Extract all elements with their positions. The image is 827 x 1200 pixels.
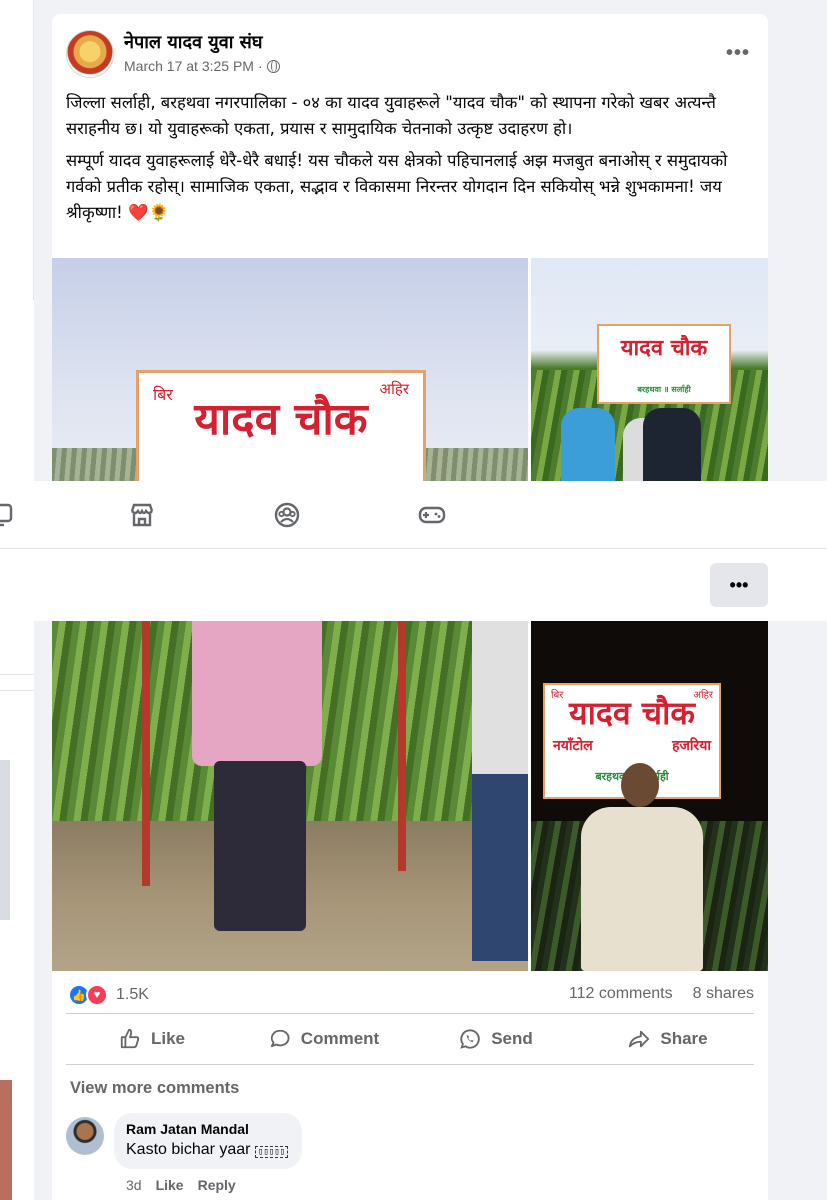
page-name-link[interactable]: नेपाल यादव युवा संघ <box>124 30 262 54</box>
gaming-icon[interactable] <box>418 501 446 529</box>
comment-button[interactable]: Comment <box>238 1014 410 1064</box>
send-button[interactable]: Send <box>410 1014 582 1064</box>
man-legs <box>214 761 306 931</box>
post-meta: March 17 at 3:25 PM · <box>124 58 280 74</box>
sign-title-small: यादव चौक <box>620 336 708 361</box>
comment-like-button[interactable]: Like <box>156 1177 184 1193</box>
post-action-bar: Like Comment Send Share <box>66 1013 754 1065</box>
monitor-icon[interactable] <box>0 501 14 529</box>
man-jacket <box>581 807 703 971</box>
engagement-counts: 112 comments 8 shares <box>569 985 754 1003</box>
comments-count-link[interactable]: 112 comments <box>569 985 673 1003</box>
meta-separator: · <box>257 58 263 74</box>
shares-count-link[interactable]: 8 shares <box>693 985 754 1003</box>
pole-left <box>142 621 150 886</box>
sign-night-left-top: बिर <box>551 690 564 701</box>
share-arrow-icon <box>629 1030 650 1048</box>
sign-bottom-small: बरहथवा ॥ सर्लाही <box>637 385 691 394</box>
groups-icon[interactable] <box>273 501 301 529</box>
post-photo-grid-top: बिर अहिर यादव चौक यादव चौक बरहथवा ॥ सर्ल… <box>52 258 768 488</box>
reaction-summary[interactable]: 👍 ♥ 1.5K <box>68 983 149 1007</box>
thumbs-up-icon <box>120 1028 140 1049</box>
photo-men-in-field[interactable] <box>52 621 528 971</box>
photo-sign-closeup[interactable]: बिर अहिर यादव चौक <box>52 258 528 488</box>
view-more-comments-link[interactable]: View more comments <box>70 1079 239 1098</box>
man-head <box>621 763 659 807</box>
post-body: जिल्ला सर्लाही, बरहथवा नगरपालिका - ०४ का… <box>66 90 756 232</box>
top-nav-bar <box>0 481 827 549</box>
like-label: Like <box>150 1029 186 1048</box>
comment-actions: 3d Like Reply <box>126 1177 236 1193</box>
person-1 <box>561 408 615 488</box>
comment-timestamp[interactable]: 3d <box>126 1177 142 1193</box>
share-button[interactable]: Share <box>582 1014 754 1064</box>
sign-board-small: यादव चौक बरहथवा ॥ सर्लाही <box>597 324 731 404</box>
sign-board: बिर अहिर यादव चौक <box>136 370 426 488</box>
man-right <box>472 621 528 961</box>
comment-bubble: Ram Jatan Mandal Kasto bichar yaar ▯▯▯▯▯ <box>114 1113 303 1169</box>
person-3 <box>643 408 701 488</box>
post-timestamp[interactable]: March 17 at 3:25 PM <box>124 58 254 74</box>
post-paragraph-2: सम्पूर्ण यादव युवाहरूलाई धेरै-धेरै बधाई!… <box>66 151 728 222</box>
share-label: Share <box>660 1029 708 1048</box>
comment-item: Ram Jatan Mandal Kasto bichar yaar ▯▯▯▯▯… <box>66 1113 756 1193</box>
post-header-strip: ••• <box>0 549 827 621</box>
sign-night-sub-right: हजरिया <box>672 738 711 754</box>
like-button[interactable]: Like <box>66 1014 238 1064</box>
post-options-button-2[interactable]: ••• <box>710 563 768 607</box>
commenter-name-link[interactable]: Ram Jatan Mandal <box>126 1121 288 1137</box>
comment-label: Comment <box>300 1029 380 1048</box>
photo-man-at-sign-night[interactable]: बिर अहिर यादव चौक नयाँटोल हजरिया बरहथवा … <box>531 621 768 971</box>
globe-icon <box>266 59 280 73</box>
sign-night-sub-left: नयाँटोल <box>553 738 593 754</box>
comment-reply-button[interactable]: Reply <box>198 1177 236 1193</box>
post-options-button[interactable]: ••• <box>726 42 750 65</box>
post-card-lower: बिर अहिर यादव चौक नयाँटोल हजरिया बरहथवा … <box>52 621 768 1200</box>
post-photo-grid-bottom: बिर अहिर यादव चौक नयाँटोल हजरिया बरहथवा … <box>52 621 768 973</box>
emoji-placeholder-icons: ▯▯▯▯▯ <box>254 1146 289 1158</box>
post-header: नेपाल यादव युवा संघ March 17 at 3:25 PM … <box>66 28 756 78</box>
photo-group-at-sign[interactable]: यादव चौक बरहथवा ॥ सर्लाही <box>531 258 768 488</box>
sign-left-top: बिर <box>153 385 173 404</box>
comment-text: Kasto bichar yaar ▯▯▯▯▯ <box>126 1141 289 1159</box>
comment-bubble-icon <box>270 1029 290 1048</box>
man-pink-shirt <box>192 621 322 766</box>
send-label: Send <box>491 1029 533 1048</box>
post-paragraph-1: जिल्ला सर्लाही, बरहथवा नगरपालिका - ०४ का… <box>66 93 716 138</box>
marketplace-icon[interactable] <box>128 501 156 529</box>
page-avatar[interactable] <box>66 30 114 78</box>
love-reaction-icon: ♥ <box>86 984 108 1006</box>
whatsapp-icon <box>460 1029 480 1049</box>
sign-night-right-top: अहिर <box>693 690 713 701</box>
sign-right-top: अहिर <box>379 380 409 398</box>
pole-right <box>398 621 406 871</box>
reaction-count: 1.5K <box>116 986 149 1003</box>
comment-text-body: Kasto bichar yaar <box>126 1141 251 1158</box>
commenter-avatar[interactable] <box>66 1117 104 1155</box>
